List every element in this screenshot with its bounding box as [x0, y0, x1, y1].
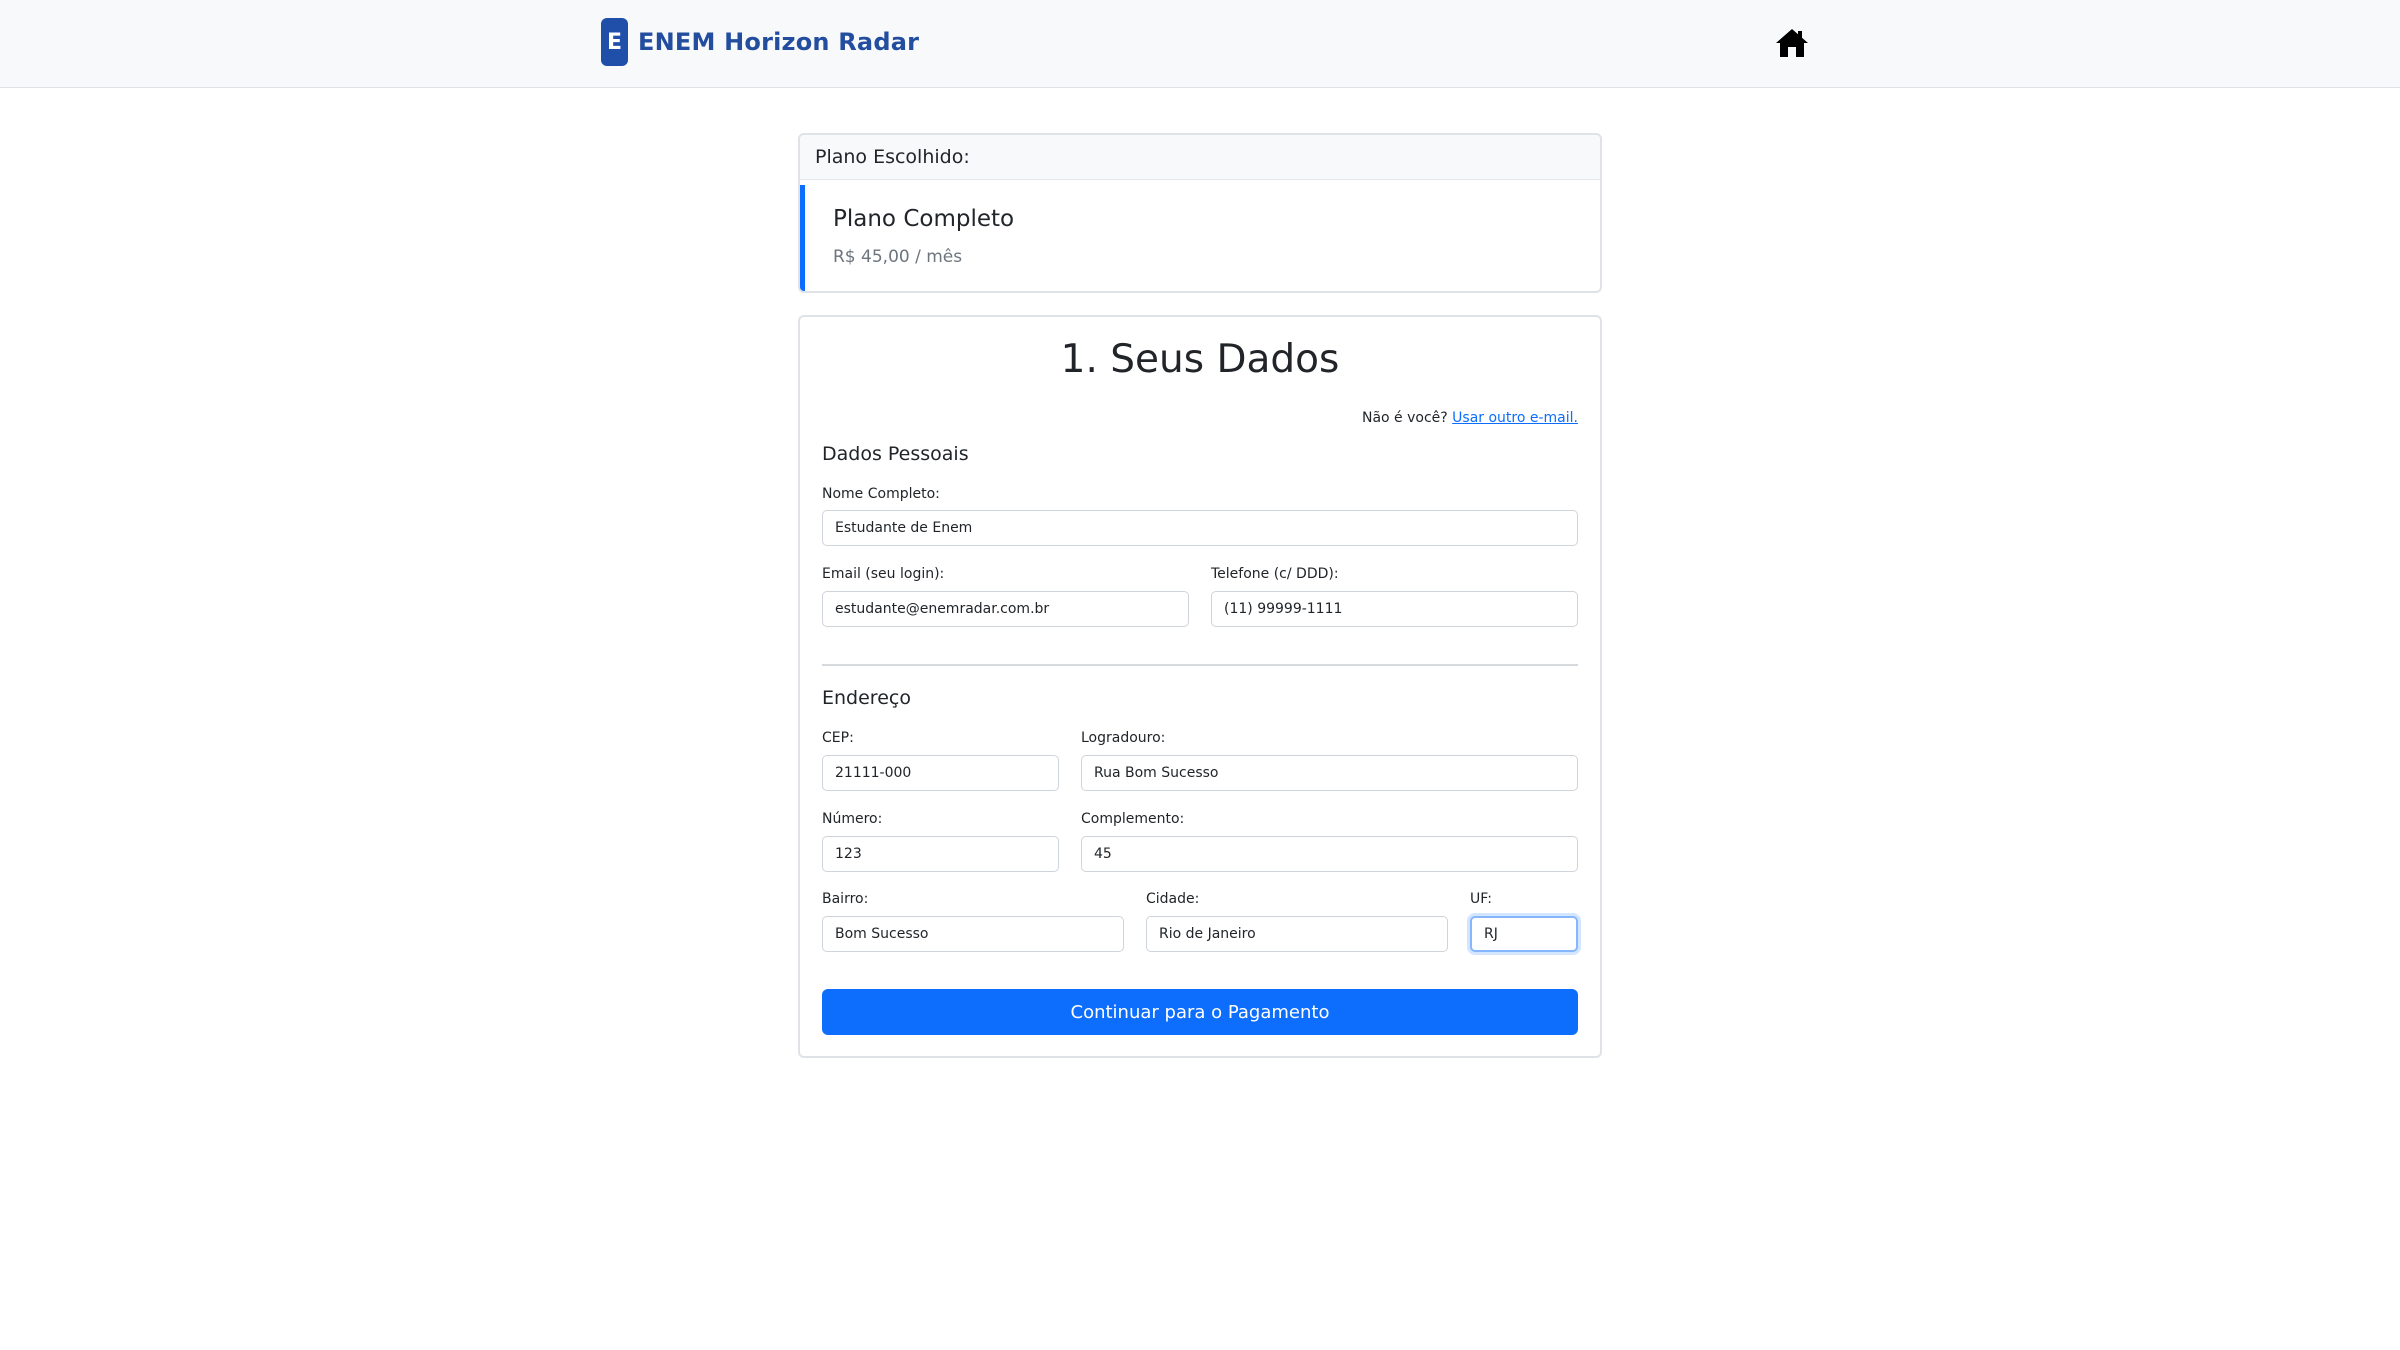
street-input[interactable] — [1081, 755, 1578, 791]
top-navbar: E ENEM Horizon Radar — [0, 0, 2400, 88]
number-label: Número: — [822, 811, 883, 827]
cep-input[interactable] — [822, 755, 1059, 791]
chosen-plan-card: Plano Escolhido: Plano Completo R$ 45,00… — [798, 133, 1602, 293]
section-divider — [822, 664, 1578, 666]
use-other-email-link[interactable]: Usar outro e-mail. — [1452, 410, 1578, 426]
form-title: 1. Seus Dados — [1060, 337, 1340, 382]
email-input[interactable] — [822, 591, 1189, 627]
address-section-title: Endereço — [822, 687, 911, 709]
number-input[interactable] — [822, 836, 1059, 872]
state-input[interactable] — [1470, 916, 1578, 952]
complement-label: Complemento: — [1081, 811, 1185, 827]
brand-name: ENEM Horizon Radar — [638, 28, 920, 56]
email-label: Email (seu login): — [822, 566, 945, 582]
home-icon[interactable] — [1775, 27, 1809, 59]
state-label: UF: — [1470, 891, 1492, 907]
personal-data-section-title: Dados Pessoais — [822, 443, 969, 465]
brand-logo-icon: E — [601, 18, 628, 66]
brand-link[interactable]: E ENEM Horizon Radar — [601, 18, 919, 66]
not-you-text: Não é você? — [1361, 410, 1448, 426]
plan-card-header: Plano Escolhido: — [800, 135, 1600, 180]
phone-label: Telefone (c/ DDD): — [1211, 566, 1339, 582]
street-label: Logradouro: — [1081, 730, 1166, 746]
full-name-input[interactable] — [822, 510, 1578, 546]
plan-name: Plano Completo — [833, 206, 1015, 232]
cep-label: CEP: — [822, 730, 854, 746]
plan-price: R$ 45,00 / mês — [833, 247, 963, 267]
city-input[interactable] — [1146, 916, 1448, 952]
plan-details: Plano Completo R$ 45,00 / mês — [800, 185, 1600, 291]
city-label: Cidade: — [1146, 891, 1200, 907]
name-label: Nome Completo: — [822, 486, 940, 502]
not-you-notice: Não é você? Usar outro e-mail. — [1362, 410, 1578, 426]
neighborhood-input[interactable] — [822, 916, 1124, 952]
complement-input[interactable] — [1081, 836, 1578, 872]
continue-to-payment-button[interactable]: Continuar para o Pagamento — [822, 989, 1578, 1035]
phone-input[interactable] — [1211, 591, 1578, 627]
personal-data-form: 1. Seus Dados Não é você? Usar outro e-m… — [798, 315, 1602, 1058]
neighborhood-label: Bairro: — [822, 891, 869, 907]
